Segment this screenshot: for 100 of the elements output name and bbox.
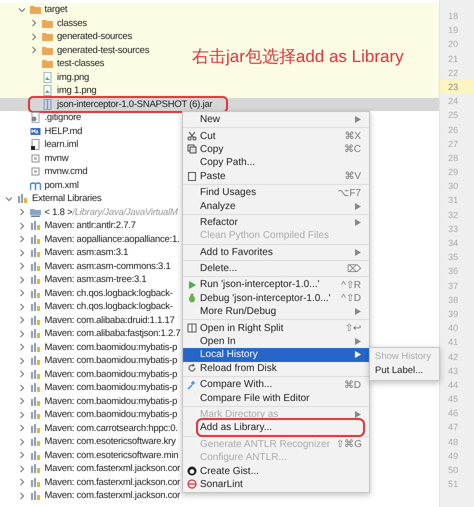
menu-item[interactable]: SonarLint [183,478,369,492]
chevron-icon[interactable] [30,19,38,28]
tree-item[interactable]: Maven: ch.qos.logback:logback- [18,300,175,314]
line-number: 32 [447,208,460,222]
chevron-icon[interactable] [18,343,26,352]
menu-item[interactable]: Find Usages ⌥F7 [183,186,369,200]
tree-item[interactable]: classes [30,16,89,30]
tree-item[interactable]: learn.iml [18,138,80,152]
menu-item[interactable]: New [183,113,369,126]
menu-item[interactable]: Delete... ⌦ [183,262,369,276]
tree-item[interactable]: Maven: com.baomidou:mybatis-p [18,408,180,422]
tree-item[interactable]: target [18,3,70,16]
chevron-icon[interactable] [18,397,26,406]
chevron-icon[interactable] [18,330,26,338]
chevron-icon[interactable] [18,410,26,419]
menu-item[interactable]: Add as Library... [183,421,369,435]
folder-icon [42,31,53,42]
tree-item[interactable]: Maven: com.alibaba:fastjson:1.2.7 [18,327,182,340]
menu-item[interactable]: Paste ⌘V [183,170,369,183]
chevron-icon[interactable] [18,464,26,473]
chevron-icon[interactable] [18,316,26,324]
tree-item[interactable]: .gitignore [18,111,84,124]
tree-item[interactable]: Maven: com.baomidou:mybatis-p [18,354,180,368]
tree-item[interactable]: Maven: asm:asm-tree:3.1 [18,273,148,286]
chevron-icon[interactable] [18,478,26,486]
shortcut-label: ⌘C [344,143,361,156]
tree-item[interactable]: Maven: com.esotericsoftware.kry [18,435,178,448]
jdk-folder-icon [30,206,40,218]
line-number: 45 [447,393,460,406]
chevron-icon[interactable] [18,492,26,500]
tree-item[interactable]: Maven: com.baomidou:mybatis-p [18,394,180,408]
tree-item[interactable]: Maven: com.fasterxml.jackson.cor [18,462,182,476]
line-number: 50 [447,464,460,477]
menu-item[interactable]: Compare With... ⌘D [183,378,369,392]
menu-item[interactable]: Put Label... [370,364,439,378]
tree-item[interactable]: pom.xml [18,178,81,192]
tree-item[interactable]: External Libraries [5,192,104,206]
tree-item[interactable]: Maven: ch.qos.logback:logback- [18,286,175,300]
shortcut-label: ⇧↩ [345,322,361,334]
tree-item[interactable]: img 1.png [30,84,98,98]
chevron-icon[interactable] [18,438,26,446]
chevron-icon[interactable] [18,6,26,14]
menu-item[interactable]: Add to Favorites [183,246,369,259]
chevron-icon[interactable] [18,248,26,257]
menu-item[interactable]: Copy ⌘C [183,142,369,156]
line-number: 34 [447,237,460,250]
tree-item[interactable]: HELP.md [18,124,84,138]
tree-item[interactable]: img.png [30,70,92,84]
chevron-icon[interactable] [30,46,38,54]
library-bars-icon [30,409,40,420]
line-number: 44 [447,378,460,392]
menu-item[interactable]: Run 'json-interceptor-1.0...' ^⇧R [183,278,369,292]
tree-item[interactable]: mvnw.cmd [18,165,90,178]
menu-item[interactable]: Refactor [183,216,369,230]
chevron-icon[interactable] [18,356,26,365]
menu-item[interactable]: Local History [183,348,369,362]
tree-item[interactable]: Maven: com.baomidou:mybatis-p [18,340,180,354]
chevron-icon[interactable] [18,235,26,244]
line-number: 36 [447,265,460,278]
chevron-icon[interactable] [18,208,26,216]
tree-item[interactable]: test-classes [30,57,106,70]
tree-item[interactable]: Maven: com.esotericsoftware.min [18,448,180,462]
menu-item[interactable]: Create Gist... [183,464,369,478]
menu-item[interactable]: Analyze [183,199,369,213]
tree-item[interactable]: Maven: com.fasterxml.jackson.cor [18,476,182,489]
folder-icon [42,18,53,29]
tree-item[interactable]: Maven: com.alibaba:druid:1.1.17 [18,314,177,327]
tree-item[interactable]: Maven: asm:asm:3.1 [18,246,130,260]
tree-item[interactable]: Maven: antlr:antlr:2.7.7 [18,219,138,232]
chevron-icon[interactable] [5,194,13,203]
chevron-icon[interactable] [18,276,26,284]
folder-icon [42,58,53,70]
tree-item[interactable]: Maven: asm:asm-commons:3.1 [18,260,173,273]
menu-item[interactable]: Reload from Disk [183,362,369,376]
menu-item[interactable]: More Run/Debug [183,305,369,318]
chevron-icon[interactable] [18,222,26,230]
chevron-icon[interactable] [18,370,26,378]
tree-item[interactable]: Maven: com.carrotsearch:hppc:0. [18,422,180,435]
chevron-icon[interactable] [18,384,26,392]
tree-item[interactable]: Maven: com.baomidou:mybatis-p [18,368,180,381]
tree-item[interactable]: Maven: com.fasterxml.jackson.cor [18,489,182,502]
tree-item[interactable]: Maven: com.baomidou:mybatis-p [18,381,180,394]
chevron-icon[interactable] [18,289,26,298]
menu-item[interactable]: Copy Path... [183,156,369,170]
shortcut-label: ⌥F7 [337,186,361,199]
image-file-icon [42,85,53,96]
menu-item[interactable]: Compare File with Editor [183,391,369,405]
chevron-icon[interactable] [18,424,26,432]
tree-item[interactable]: Maven: aopalliance:aopalliance:1. [18,232,182,246]
chevron-icon[interactable] [30,32,38,41]
tree-item[interactable]: mvnw [18,152,70,165]
library-bars-icon [30,247,40,258]
tree-item[interactable]: < 1.8 >/Library/Java/JavaVirtualM [18,206,180,219]
menu-item[interactable]: Open in Right Split ⇧↩ [183,321,369,335]
menu-item[interactable]: Debug 'json-interceptor-1.0...' ^⇧D [183,292,369,306]
chevron-icon[interactable] [18,302,26,311]
menu-item[interactable]: Open In [183,334,369,348]
menu-item[interactable]: Cut ⌘X [183,129,369,143]
chevron-icon[interactable] [18,451,26,460]
chevron-icon[interactable] [18,262,26,270]
